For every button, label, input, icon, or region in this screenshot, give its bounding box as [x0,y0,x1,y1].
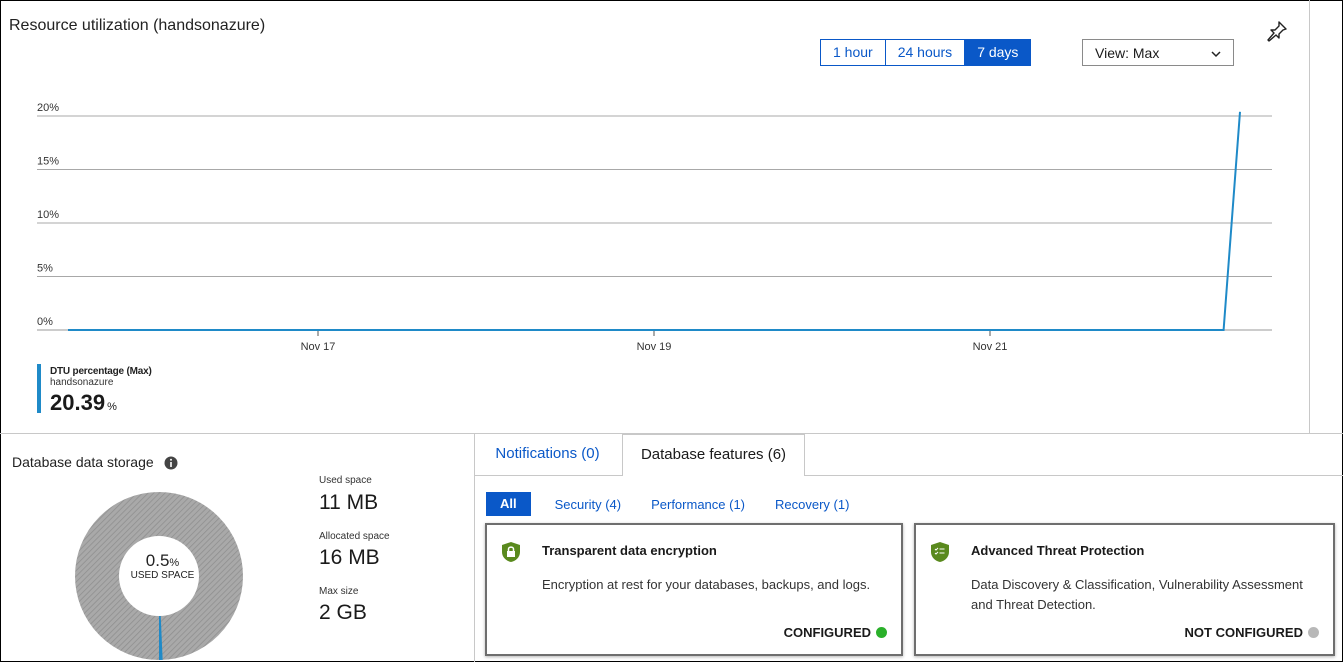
donut-percentage-value: 0.5 [145,551,170,570]
resource-utilization-panel: Resource utilization (handsonazure) 1 ho… [0,0,1310,433]
series-line [68,111,1241,331]
tab-database-features[interactable]: Database features (6) [622,434,805,476]
filter-all-button[interactable]: All [486,492,531,516]
card-status: CONFIGURED [784,625,887,640]
max-size-label: Max size [319,586,359,597]
dtu-line-chart: 20% 15% 10% 5% 0% Nov 17 Nov 19 Nov 21 [37,102,1272,353]
feature-card-atp[interactable]: Advanced Threat Protection Data Discover… [914,523,1335,656]
y-tick-label: 20% [37,102,59,114]
legend-value-unit: % [107,401,117,413]
tab-notifications[interactable]: Notifications (0) [475,434,620,476]
card-title: Advanced Threat Protection [971,543,1145,558]
time-7-days-button[interactable]: 7 days [965,40,1031,65]
time-24-hours-button[interactable]: 24 hours [885,40,966,65]
storage-title: Database data storage [12,454,154,470]
time-1-hour-button[interactable]: 1 hour [821,40,886,65]
x-tick-label: Nov 17 [301,341,336,353]
x-tick-label: Nov 21 [973,341,1008,353]
view-select-value: View: Max [1095,45,1160,61]
legend-metric-name: DTU percentage (Max) [50,366,152,377]
info-icon[interactable] [164,456,178,470]
card-description: Encryption at rest for your databases, b… [542,577,871,592]
donut-percentage-unit: % [169,557,180,569]
pin-icon[interactable] [1266,20,1288,42]
legend-value-number: 20.39 [50,390,106,415]
legend-resource-name: handsonazure [50,377,114,388]
panel-title: Resource utilization (handsonazure) [9,17,266,34]
legend-color-bar [37,364,41,413]
y-tick-label: 0% [37,316,53,328]
lock-shield-icon [502,542,520,562]
card-status: NOT CONFIGURED [1185,625,1319,640]
status-dot-icon [1308,627,1319,638]
card-status-text: CONFIGURED [783,625,871,640]
allocated-space-label: Allocated space [319,531,390,542]
feature-filters: All Security (4) Performance (1) Recover… [486,492,879,516]
checklist-shield-icon [931,542,949,562]
card-title: Transparent data encryption [542,543,717,558]
feature-card-tde[interactable]: Transparent data encryption Encryption a… [485,523,903,656]
tab-underline-right [804,475,1343,476]
donut-percentage: 0.5% [115,551,210,571]
y-tick-label: 15% [37,156,59,168]
filter-security-button[interactable]: Security (4) [555,497,621,512]
filter-performance-button[interactable]: Performance (1) [651,497,745,512]
allocated-space-value: 16 MB [319,546,380,569]
view-select[interactable]: View: Max [1082,39,1234,66]
filter-recovery-button[interactable]: Recovery (1) [775,497,849,512]
y-tick-label: 10% [37,209,59,221]
used-space-label: Used space [319,475,372,486]
card-status-text: NOT CONFIGURED [1184,625,1303,640]
card-description: Data Discovery & Classification, Vulnera… [971,577,1303,612]
donut-label: USED SPACE [130,570,195,581]
x-tick-label: Nov 19 [637,341,672,353]
y-tick-label: 5% [37,263,53,275]
features-tabs: Notifications (0) Database features (6) [475,434,1343,476]
time-range-group: 1 hour 24 hours 7 days [820,39,1032,66]
status-dot-icon [876,627,887,638]
chevron-down-icon [1211,51,1221,58]
legend-value: 20.39% [50,390,117,416]
tab-underline-left [475,475,622,476]
used-space-value: 11 MB [319,491,379,514]
max-size-value: 2 GB [319,601,367,624]
